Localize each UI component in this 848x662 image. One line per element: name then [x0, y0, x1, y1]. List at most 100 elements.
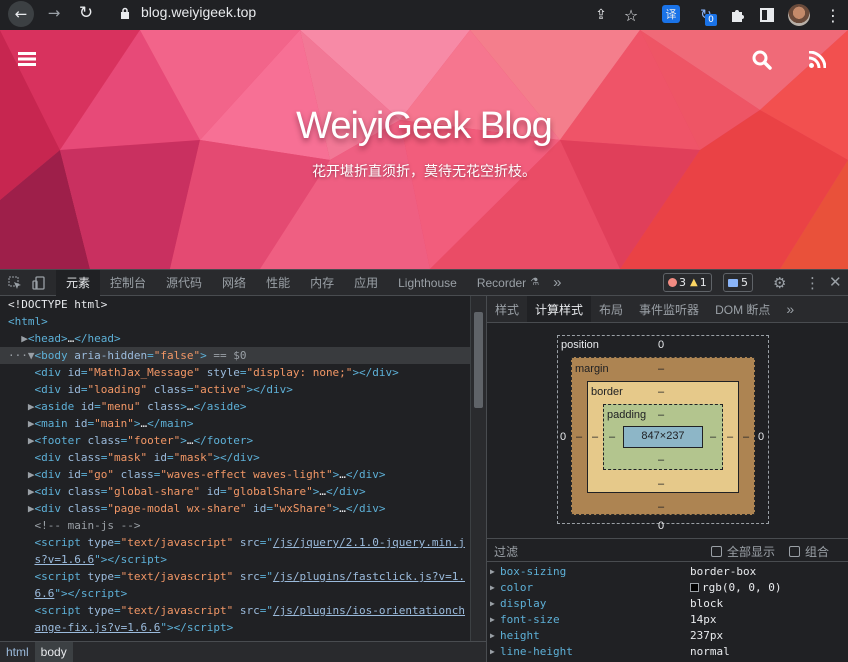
tab-console[interactable]: 控制台: [100, 270, 156, 296]
avatar[interactable]: [788, 4, 810, 26]
blog-subtitle: 花开堪折直须折，莫待无花空折枝。: [312, 164, 536, 180]
dom-node-line[interactable]: <html>: [0, 313, 470, 330]
content-size: 847×237: [641, 430, 685, 442]
expand-triangle-icon[interactable]: ▶: [490, 628, 495, 644]
more-side-tabs-button[interactable]: »: [778, 296, 802, 322]
tab-network[interactable]: 网络: [212, 270, 256, 296]
dom-node-line[interactable]: <!DOCTYPE html>: [0, 296, 470, 313]
settings-gear-icon[interactable]: ⚙: [773, 274, 786, 292]
property-value: block: [690, 597, 724, 610]
group-checkbox[interactable]: 组合: [789, 543, 829, 560]
reload-icon[interactable]: ↻: [72, 1, 100, 25]
expand-triangle-icon[interactable]: ▶: [490, 596, 495, 612]
browser-menu-icon[interactable]: ⋮: [822, 4, 844, 26]
padding-bottom-value: –: [658, 454, 665, 466]
message-count: 5: [741, 276, 748, 289]
dom-node-line[interactable]: ▶<head>…</head>: [0, 330, 470, 347]
filter-input[interactable]: 过滤: [494, 543, 694, 560]
tab-layout[interactable]: 布局: [591, 296, 631, 322]
tab-memory[interactable]: 内存: [300, 270, 344, 296]
dom-node-line[interactable]: ▶<aside id="menu" class>…</aside>: [0, 398, 470, 415]
expand-triangle-icon[interactable]: ▶: [490, 644, 495, 660]
device-toolbar-icon[interactable]: [28, 270, 56, 296]
share-icon[interactable]: ⇪: [590, 4, 612, 26]
styles-side-panel: 样式 计算样式 布局 事件监听器 DOM 断点 » position 0 0 0…: [486, 296, 848, 662]
show-all-checkbox-box[interactable]: [711, 546, 722, 557]
dom-node-line[interactable]: ▶<main id="main">…</main>: [0, 415, 470, 432]
color-swatch[interactable]: [690, 583, 699, 592]
expand-triangle-icon[interactable]: ▶: [490, 580, 495, 596]
messages-counter[interactable]: 5: [723, 273, 753, 292]
group-checkbox-box[interactable]: [789, 546, 800, 557]
computed-property-row[interactable]: ▶ box-sizing border-box: [487, 564, 848, 580]
menu-hamburger-icon[interactable]: [18, 52, 36, 66]
message-icon: [728, 278, 738, 287]
expand-triangle-icon[interactable]: ▶: [490, 564, 495, 580]
dom-node-line[interactable]: <div id="MathJax_Message" style="display…: [0, 364, 470, 381]
padding-right-value: –: [710, 431, 717, 443]
scrollbar-thumb[interactable]: [474, 312, 483, 408]
tab-sources[interactable]: 源代码: [156, 270, 212, 296]
warning-icon: ▲: [690, 277, 698, 288]
side-panel-icon[interactable]: [756, 4, 778, 26]
dom-node-line[interactable]: ···▼<body aria-hidden="false"> == $0: [0, 347, 470, 364]
back-icon[interactable]: ←: [8, 1, 34, 27]
dom-node-line[interactable]: ange-fix.js?v=1.6.6"></script>: [0, 619, 470, 636]
dom-node-line[interactable]: ▶<div id="go" class="waves-effect waves-…: [0, 466, 470, 483]
tab-recorder[interactable]: Recorder ⚗: [467, 270, 543, 296]
error-count: 3: [679, 276, 686, 289]
elements-tree[interactable]: <!DOCTYPE html> <html> ▶<head>…</head> ···…: [0, 296, 470, 641]
error-icon: [668, 278, 677, 287]
dom-node-line[interactable]: ▶<div class="page-modal wx-share" id="wx…: [0, 500, 470, 517]
search-icon[interactable]: [752, 50, 772, 70]
dom-node-line[interactable]: <script type="text/javascript" src="/js/…: [0, 534, 470, 551]
close-devtools-icon[interactable]: ✕: [829, 273, 842, 291]
breadcrumb-html[interactable]: html: [0, 642, 35, 662]
property-value: normal: [690, 645, 730, 658]
property-name: box-sizing: [500, 565, 567, 578]
position-top-value: 0: [658, 339, 665, 351]
dom-node-line[interactable]: <div class="mask" id="mask"></div>: [0, 449, 470, 466]
computed-property-row[interactable]: ▶ height 237px: [487, 628, 848, 644]
tab-elements[interactable]: 元素: [56, 269, 101, 296]
translate-icon[interactable]: 译: [662, 5, 680, 23]
elements-scrollbar[interactable]: [470, 296, 486, 641]
expand-triangle-icon[interactable]: ▶: [490, 612, 495, 628]
dom-node-line[interactable]: <div id="loading" class="active"></div>: [0, 381, 470, 398]
lock-icon[interactable]: [120, 7, 130, 19]
dom-node-line[interactable]: <script type="text/javascript" src="/js/…: [0, 568, 470, 585]
dom-node-line[interactable]: s?v=1.6.6"></script>: [0, 551, 470, 568]
tab-application[interactable]: 应用: [344, 270, 388, 296]
property-value: rgb(0, 0, 0): [690, 580, 781, 596]
computed-property-row[interactable]: ▶ display block: [487, 596, 848, 612]
issues-counter[interactable]: 3 ▲ 1: [663, 273, 712, 292]
tab-computed[interactable]: 计算样式: [527, 296, 592, 322]
tab-styles[interactable]: 样式: [487, 296, 527, 322]
show-all-checkbox[interactable]: 全部显示: [711, 543, 775, 560]
computed-property-row[interactable]: ▶ font-size 14px: [487, 612, 848, 628]
tab-performance[interactable]: 性能: [256, 270, 300, 296]
inspect-element-icon[interactable]: [0, 270, 28, 296]
padding-left-value: –: [609, 431, 616, 443]
margin-top-value: –: [658, 363, 665, 375]
computed-property-row[interactable]: ▶ color rgb(0, 0, 0): [487, 580, 848, 596]
dom-node-line[interactable]: <script type="text/javascript" src="/js/…: [0, 602, 470, 619]
extensions-puzzle-icon[interactable]: [726, 4, 748, 26]
forward-icon[interactable]: →: [40, 1, 68, 25]
dom-node-line[interactable]: ▶<div class="global-share" id="globalSha…: [0, 483, 470, 500]
dom-node-line[interactable]: <!-- main-js -->: [0, 517, 470, 534]
breadcrumb-body[interactable]: body: [34, 642, 73, 662]
address-bar[interactable]: blog.weiyigeek.top: [108, 0, 648, 26]
dom-node-line[interactable]: ▶<footer class="footer">…</footer>: [0, 432, 470, 449]
devtools-menu-icon[interactable]: ⋮: [805, 274, 820, 292]
rss-icon[interactable]: [809, 51, 826, 68]
low-poly-background: [0, 30, 848, 269]
computed-property-row[interactable]: ▶ line-height normal: [487, 644, 848, 660]
position-label: position: [561, 339, 599, 351]
dom-node-line[interactable]: 6.6"></script>: [0, 585, 470, 602]
bookmark-star-icon[interactable]: ☆: [620, 4, 642, 26]
tab-lighthouse[interactable]: Lighthouse: [388, 270, 467, 296]
tab-dom-breakpoints[interactable]: DOM 断点: [707, 296, 778, 322]
tab-event-listeners[interactable]: 事件监听器: [631, 296, 707, 322]
more-tabs-button[interactable]: »: [543, 270, 571, 296]
